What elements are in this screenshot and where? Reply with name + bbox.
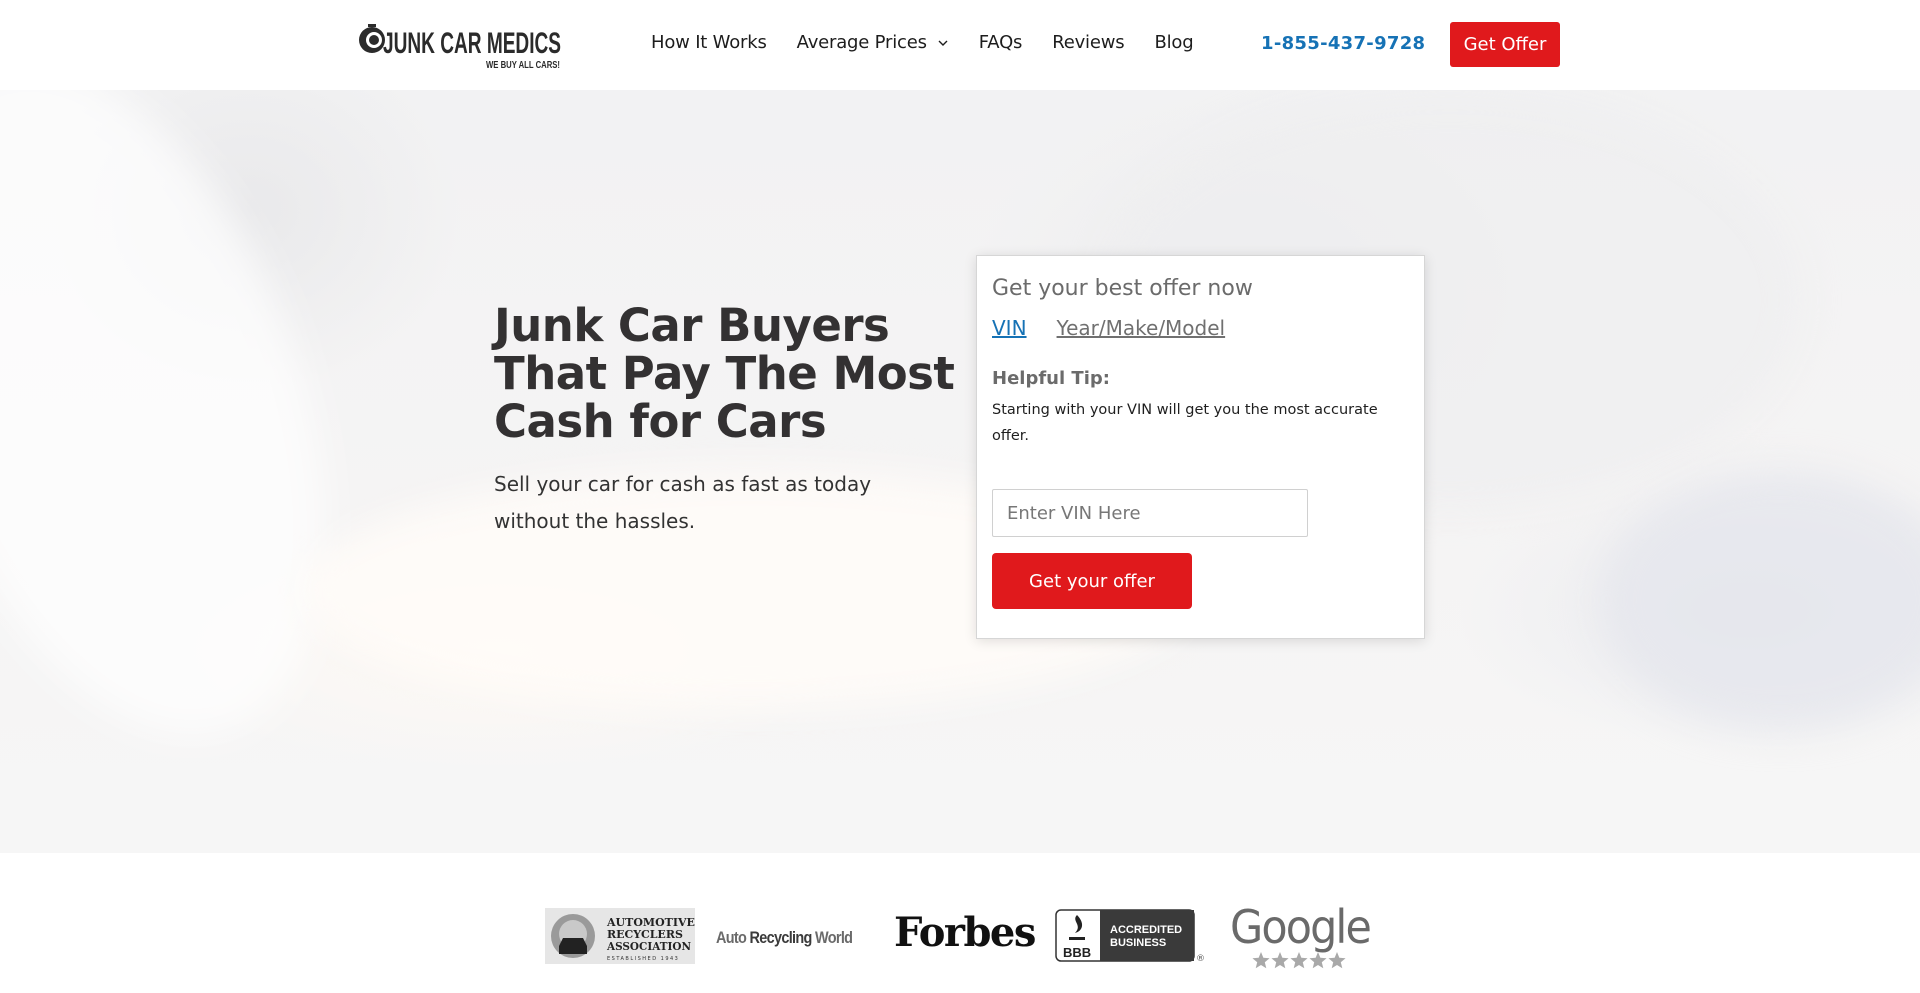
arw-part1: Auto	[716, 928, 747, 947]
logo-brand: JUNK CAR MEDICS	[383, 27, 561, 60]
tire-icon: JUNK CAR MEDICS WE BUY ALL CARS!	[359, 24, 561, 71]
forbes-logo: Forbes	[894, 909, 1036, 956]
tab-vin[interactable]: VIN	[992, 316, 1027, 340]
ara-line3: ASSOCIATION	[606, 940, 691, 953]
nav-blog[interactable]: Blog	[1154, 32, 1193, 53]
hero-title-line: Junk Car Buyers	[494, 299, 890, 352]
car-icon	[559, 938, 587, 954]
nav-how-it-works[interactable]: How It Works	[651, 32, 767, 53]
nav-faqs[interactable]: FAQs	[978, 32, 1023, 53]
star-icon	[1290, 952, 1308, 969]
nav-reviews[interactable]: Reviews	[1052, 32, 1124, 53]
bbb-registered: ®	[1196, 954, 1205, 964]
main-nav: How It Works Average Prices FAQs Reviews…	[651, 32, 1194, 53]
hero-background-shape	[1600, 470, 1920, 730]
nav-label: Reviews	[1052, 32, 1125, 53]
offer-form-tabs: VIN Year/Make/Model	[992, 316, 1255, 340]
star-icon	[1271, 952, 1289, 969]
offer-form-card: Get your best offer now VIN Year/Make/Mo…	[976, 255, 1425, 639]
ara-established: ESTABLISHED 1943	[607, 956, 679, 962]
site-logo[interactable]: JUNK CAR MEDICS WE BUY ALL CARS!	[358, 22, 563, 72]
nav-average-prices[interactable]: Average Prices	[797, 32, 949, 53]
bbb-logo: BBB ACCREDITED BUSINESS ®	[1055, 909, 1205, 965]
nav-label: FAQs	[978, 32, 1023, 53]
star-icon	[1252, 952, 1270, 969]
logo-tagline: WE BUY ALL CARS!	[486, 60, 560, 71]
bbb-line1: ACCREDITED	[1110, 924, 1182, 936]
get-your-offer-button[interactable]: Get your offer	[992, 553, 1192, 609]
phone-link[interactable]: 1-855-437-9728	[1261, 33, 1425, 54]
nav-label: Blog	[1154, 32, 1194, 53]
hero-title-line: That Pay The Most	[494, 347, 955, 400]
arw-part3: World	[815, 928, 853, 947]
star-icon	[1328, 952, 1346, 969]
rating-stars	[1252, 952, 1346, 969]
hero-title: Junk Car Buyers That Pay The Most Cash f…	[494, 299, 955, 448]
chevron-down-icon	[938, 40, 948, 46]
google-reviews-logo: Google	[1228, 900, 1373, 973]
nav-label: Average Prices	[796, 32, 927, 53]
helpful-tip-title: Helpful Tip:	[992, 368, 1110, 389]
site-header: JUNK CAR MEDICS WE BUY ALL CARS! How It …	[0, 0, 1920, 90]
hero-background-shape	[0, 90, 409, 794]
helpful-tip-text: Starting with your VIN will get you the …	[992, 402, 1378, 444]
auto-recycling-world-logo: Auto Recycling World	[716, 928, 853, 948]
hero-section: Junk Car Buyers That Pay The Most Cash f…	[0, 90, 1920, 853]
google-wordmark: Google	[1230, 903, 1370, 954]
arw-part2: Recycling	[749, 928, 813, 947]
offer-form-title: Get your best offer now	[992, 276, 1253, 301]
nav-label: How It Works	[651, 32, 767, 53]
vin-input[interactable]	[992, 489, 1308, 537]
bbb-line2: BUSINESS	[1110, 937, 1166, 949]
bbb-mark: BBB	[1063, 945, 1091, 960]
tab-year-make-model[interactable]: Year/Make/Model	[1057, 316, 1226, 340]
get-offer-button[interactable]: Get Offer	[1450, 22, 1560, 67]
hero-subtitle: Sell your car for cash as fast as today …	[494, 472, 872, 533]
hero-title-line: Cash for Cars	[494, 395, 827, 448]
star-icon	[1309, 952, 1327, 969]
ara-logo: AUTOMOTIVE RECYCLERS ASSOCIATION ESTABLI…	[545, 908, 695, 964]
trust-logos: AUTOMOTIVE RECYCLERS ASSOCIATION ESTABLI…	[0, 853, 1920, 993]
